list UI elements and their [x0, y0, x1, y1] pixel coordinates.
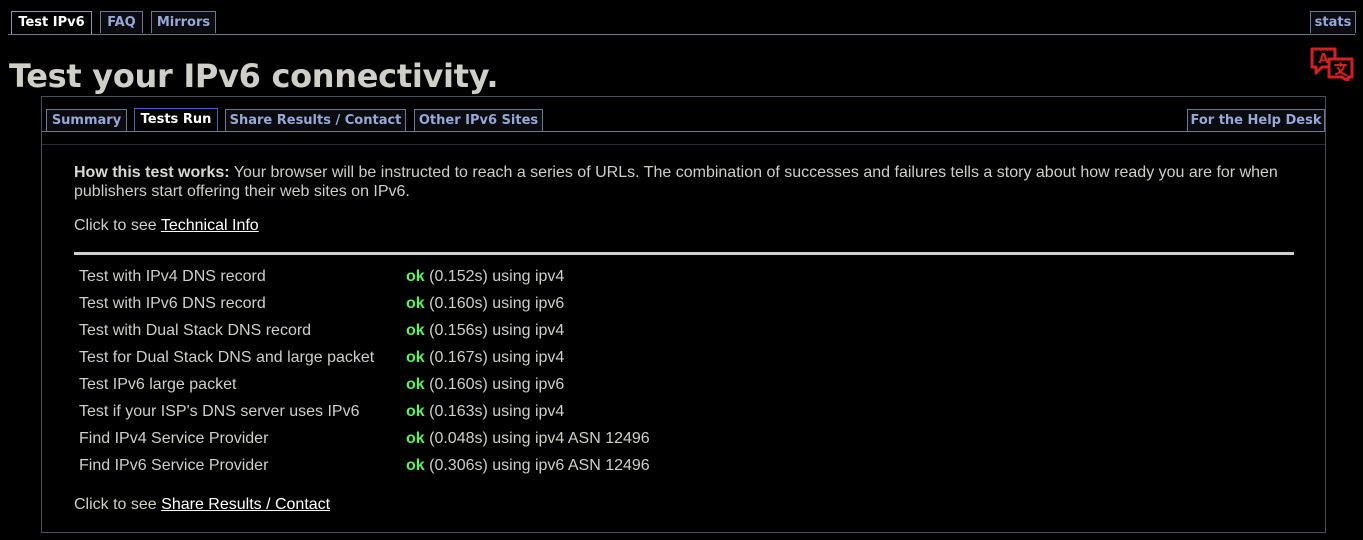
tab-faq[interactable]: FAQ	[100, 11, 143, 33]
share-prefix: Click to see	[74, 496, 162, 513]
separator	[74, 252, 1294, 255]
test-detail: (0.156s) using ipv4	[424, 322, 565, 339]
result-row: Test with Dual Stack DNS record ok (0.156…	[79, 317, 650, 344]
result-row: Find IPv4 Service Provider ok (0.048s) us…	[79, 425, 650, 452]
test-name: Test for Dual Stack DNS and large packet	[79, 349, 375, 366]
result-row: Test with IPv6 DNS record ok (0.160s) usi…	[79, 290, 650, 317]
translate-icon[interactable]: A	[1309, 47, 1355, 81]
result-row: Test if your ISP's DNS server uses IPv6 o…	[79, 398, 650, 425]
test-name: Test with IPv4 DNS record	[79, 268, 266, 285]
inner-divider	[42, 144, 1325, 145]
test-detail: (0.160s) using ipv6	[424, 376, 565, 393]
page: Test IPv6 FAQ Mirrors stats Test your IP…	[0, 0, 1363, 540]
status-ok: ok	[406, 268, 425, 285]
test-name: Test with Dual Stack DNS record	[79, 322, 312, 339]
results-table: Test with IPv4 DNS record ok (0.152s) usi…	[79, 263, 650, 479]
top-tab-divider	[8, 34, 1355, 35]
top-tab-bar: Test IPv6 FAQ Mirrors stats	[11, 11, 1363, 35]
status-ok: ok	[406, 295, 425, 312]
result-row: Test with IPv4 DNS record ok (0.152s) usi…	[79, 263, 650, 290]
share-results-link[interactable]: Share Results / Contact	[161, 496, 330, 513]
status-ok: ok	[406, 457, 425, 474]
tab-stats[interactable]: stats	[1310, 11, 1356, 33]
test-name: Test with IPv6 DNS record	[79, 295, 266, 312]
result-row: Find IPv6 Service Provider ok (0.306s) us…	[79, 452, 650, 479]
result-row: Test IPv6 large packet ok (0.160s) using …	[79, 371, 650, 398]
test-detail: (0.306s) using ipv6 ASN 12496	[424, 457, 650, 474]
tab-summary[interactable]: Summary	[46, 109, 127, 131]
tab-share-results[interactable]: Share Results / Contact	[225, 109, 406, 131]
status-ok: ok	[406, 430, 425, 447]
inner-tab-bar: Summary Tests Run Share Results / Contac…	[42, 97, 1325, 133]
tab-other-ipv6-sites[interactable]: Other IPv6 Sites	[414, 109, 543, 131]
share-line: Click to see Share Results / Contact	[74, 496, 330, 514]
technical-info-link[interactable]: Technical Info	[161, 217, 259, 234]
test-detail: (0.163s) using ipv4	[424, 403, 565, 420]
test-detail: (0.160s) using ipv6	[424, 295, 565, 312]
inner-tab-divider	[42, 131, 1325, 132]
test-name: Test if your ISP's DNS server uses IPv6	[79, 403, 360, 420]
test-name: Find IPv4 Service Provider	[79, 430, 269, 447]
tab-test-ipv6[interactable]: Test IPv6	[11, 11, 92, 35]
tech-info-line: Click to see Technical Info	[74, 217, 259, 235]
intro-heading: How this test works:	[74, 164, 230, 181]
tab-mirrors[interactable]: Mirrors	[151, 11, 216, 33]
status-ok: ok	[406, 349, 425, 366]
tests-content: How this test works: Your browser will b…	[74, 163, 1294, 513]
page-title: Test your IPv6 connectivity.	[9, 57, 499, 95]
status-ok: ok	[406, 322, 425, 339]
tech-info-prefix: Click to see	[74, 217, 161, 234]
intro-text: How this test works: Your browser will b…	[74, 163, 1294, 201]
tab-tests-run[interactable]: Tests Run	[134, 108, 218, 132]
test-detail: (0.167s) using ipv4	[424, 349, 565, 366]
svg-text:A: A	[1318, 52, 1328, 67]
test-name: Find IPv6 Service Provider	[79, 457, 269, 474]
results-panel: Summary Tests Run Share Results / Contac…	[41, 96, 1326, 533]
status-ok: ok	[406, 376, 425, 393]
status-ok: ok	[406, 403, 425, 420]
result-row: Test for Dual Stack DNS and large packet…	[79, 344, 650, 371]
intro-body: Your browser will be instructed to reach…	[74, 164, 1278, 200]
test-name: Test IPv6 large packet	[79, 376, 237, 393]
test-detail: (0.152s) using ipv4	[424, 268, 565, 285]
tab-help-desk[interactable]: For the Help Desk	[1187, 109, 1325, 131]
test-detail: (0.048s) using ipv4 ASN 12496	[424, 430, 650, 447]
